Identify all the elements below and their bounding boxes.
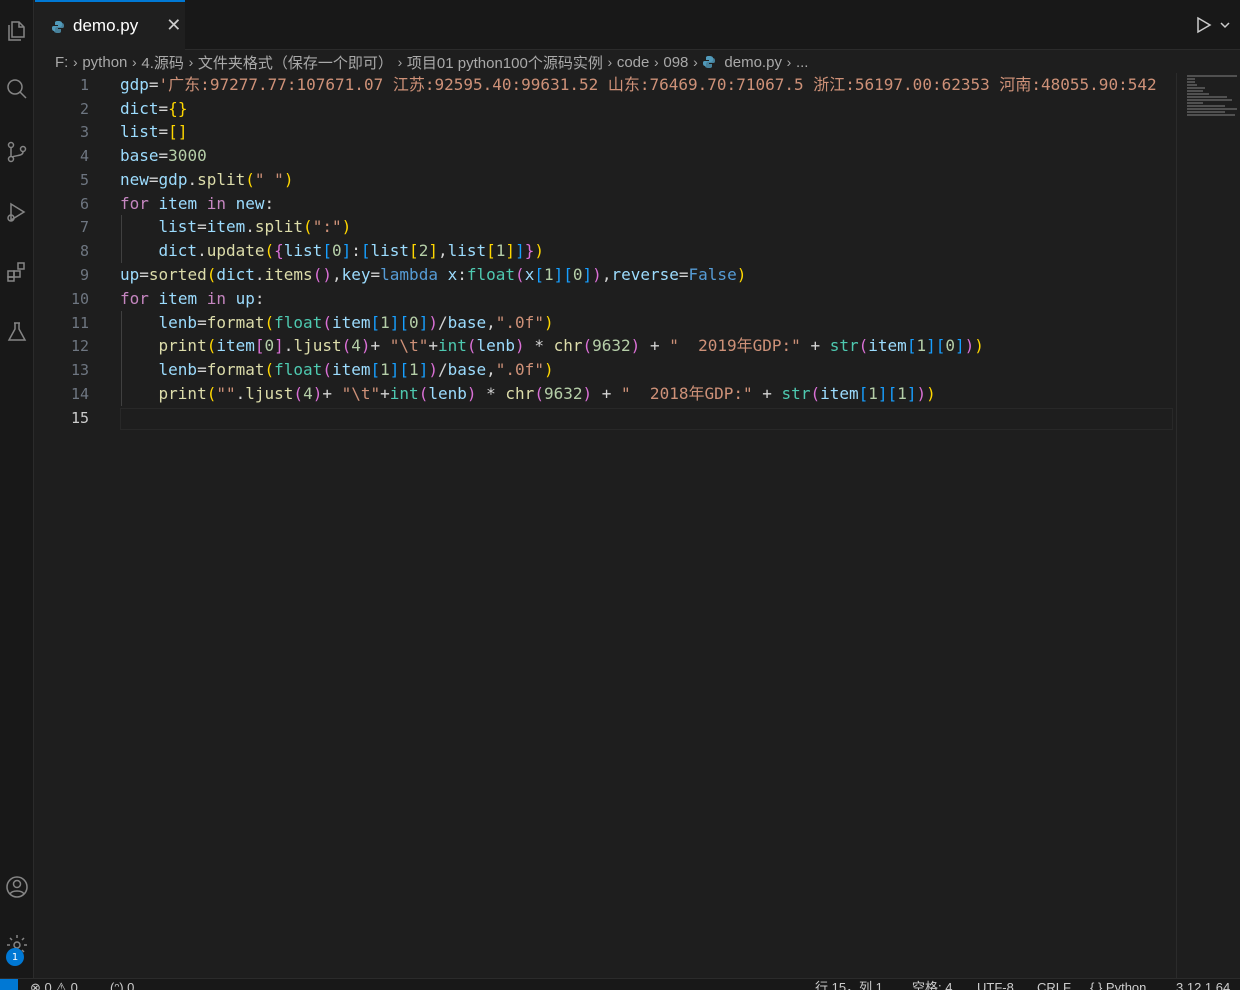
language-mode[interactable]: { } Python (1090, 981, 1146, 990)
breadcrumb-folder-format[interactable]: 文件夹格式（保存一个即可） (198, 52, 393, 73)
line-number: 8 (79, 242, 89, 260)
line-number: 2 (79, 100, 89, 118)
minimap[interactable] (1176, 73, 1240, 978)
account-icon[interactable] (0, 870, 34, 904)
code-editor[interactable]: 1 2 3 4 5 6 7 8 9 10 11 12 13 14 15 gdp=… (35, 73, 1176, 978)
code-line: base=3000 (120, 146, 207, 165)
notification-badge: 1 (6, 948, 24, 966)
breadcrumb-folder-project[interactable]: 项目01 python100个源码实例 (407, 52, 603, 73)
code-area[interactable]: gdp='广东:97277.77:107671.07 江苏:92595.40:9… (120, 73, 1175, 433)
code-line: dict.update({list[0]:[list[2],list[1]]}) (158, 241, 544, 260)
minimap-line (1187, 75, 1237, 77)
chevron-right-icon: › (654, 54, 659, 70)
code-line: print(item[0].ljust(4)+ "\t"+int(lenb) *… (158, 336, 984, 355)
chevron-right-icon: › (693, 54, 698, 70)
chevron-right-icon: › (73, 54, 78, 70)
line-number: 6 (79, 195, 89, 213)
minimap-line (1187, 90, 1203, 92)
tab-label: demo.py (73, 16, 139, 35)
explorer-icon[interactable] (0, 14, 34, 48)
code-line: for item in new: (120, 194, 275, 213)
breadcrumb: F: › python › 4.源码 › 文件夹格式（保存一个即可） › 项目0… (55, 51, 1230, 73)
line-number: 10 (70, 290, 89, 308)
minimap-line (1187, 99, 1232, 101)
tab-demo-py[interactable]: demo.py ✕ (35, 0, 185, 50)
status-bar: ⊗ 0 ⚠ 0 (ᵔ) 0 行 15，列 1 空格: 4 UTF-8 CRLF … (0, 978, 1240, 990)
line-number: 3 (79, 123, 89, 141)
code-line: gdp='广东:97277.77:107671.07 江苏:92595.40:9… (120, 75, 1157, 94)
breadcrumb-folder-python[interactable]: python (82, 54, 127, 71)
python-file-icon (702, 55, 716, 69)
breadcrumb-folder-code[interactable]: code (617, 54, 650, 71)
breadcrumb-file-label: demo.py (724, 53, 782, 71)
close-icon[interactable]: ✕ (166, 17, 181, 35)
encoding-status[interactable]: UTF-8 (977, 981, 1014, 990)
line-number: 1 (79, 76, 89, 94)
code-line: new=gdp.split(" ") (120, 170, 294, 189)
minimap-line (1187, 93, 1209, 95)
code-line: for item in up: (120, 289, 265, 308)
run-debug-icon[interactable] (0, 195, 34, 229)
tab-bar: demo.py ✕ (35, 0, 1240, 50)
breadcrumb-folder-098[interactable]: 098 (663, 54, 688, 71)
minimap-line (1187, 105, 1225, 107)
line-number: 5 (79, 171, 89, 189)
minimap-line (1187, 111, 1225, 113)
search-icon[interactable] (0, 72, 34, 106)
line-number: 9 (79, 266, 89, 284)
ports-status[interactable]: (ᵔ) 0 (110, 981, 134, 990)
breadcrumb-drive[interactable]: F: (55, 54, 68, 71)
chevron-right-icon: › (188, 54, 194, 70)
minimap-line (1187, 87, 1205, 89)
line-number-active: 15 (70, 409, 89, 427)
testing-icon[interactable] (0, 315, 34, 349)
breadcrumb-folder-source[interactable]: 4.源码 (141, 52, 184, 73)
code-line: lenb=format(float(item[1][0])/base,".0f"… (158, 313, 554, 332)
python-interpreter[interactable]: 3.12.1 64 (1176, 981, 1230, 990)
code-line: dict={} (120, 99, 188, 118)
chevron-down-icon[interactable] (1218, 18, 1232, 32)
line-number: 4 (79, 147, 89, 165)
code-line: lenb=format(float(item[1][1])/base,".0f"… (158, 360, 554, 379)
line-number: 12 (70, 337, 89, 355)
line-number: 7 (79, 218, 89, 236)
breadcrumb-file[interactable]: demo.py (702, 54, 782, 71)
cursor-position[interactable]: 行 15，列 1 (815, 981, 883, 990)
minimap-line (1187, 108, 1237, 110)
chevron-right-icon: › (132, 54, 137, 70)
extensions-icon[interactable] (0, 255, 34, 289)
activity-bar: 1 (0, 0, 34, 978)
line-number: 13 (70, 361, 89, 379)
minimap-line (1187, 84, 1197, 86)
minimap-line (1187, 78, 1195, 80)
eol-status[interactable]: CRLF (1037, 981, 1071, 990)
run-python-file-icon[interactable] (1192, 14, 1214, 36)
minimap-line (1187, 114, 1235, 116)
code-line: list=[] (120, 122, 188, 141)
code-line: list=item.split(":") (158, 217, 352, 236)
breadcrumb-symbols[interactable]: ... (796, 54, 809, 71)
minimap-line (1187, 102, 1203, 104)
code-line: print("".ljust(4)+ "\t"+int(lenb) * chr(… (158, 384, 936, 403)
remote-indicator[interactable] (0, 979, 18, 990)
minimap-line (1187, 96, 1227, 98)
line-number: 11 (70, 314, 89, 332)
indentation-status[interactable]: 空格: 4 (912, 981, 952, 990)
chevron-right-icon: › (786, 54, 792, 70)
python-file-icon (51, 19, 65, 33)
minimap-line (1187, 81, 1195, 83)
chevron-right-icon: › (607, 54, 613, 70)
line-number: 14 (70, 385, 89, 403)
code-line: up=sorted(dict.items(),key=lambda x:floa… (120, 265, 747, 284)
problems-status[interactable]: ⊗ 0 ⚠ 0 (30, 981, 78, 990)
chevron-right-icon: › (397, 54, 403, 70)
source-control-icon[interactable] (0, 135, 34, 169)
